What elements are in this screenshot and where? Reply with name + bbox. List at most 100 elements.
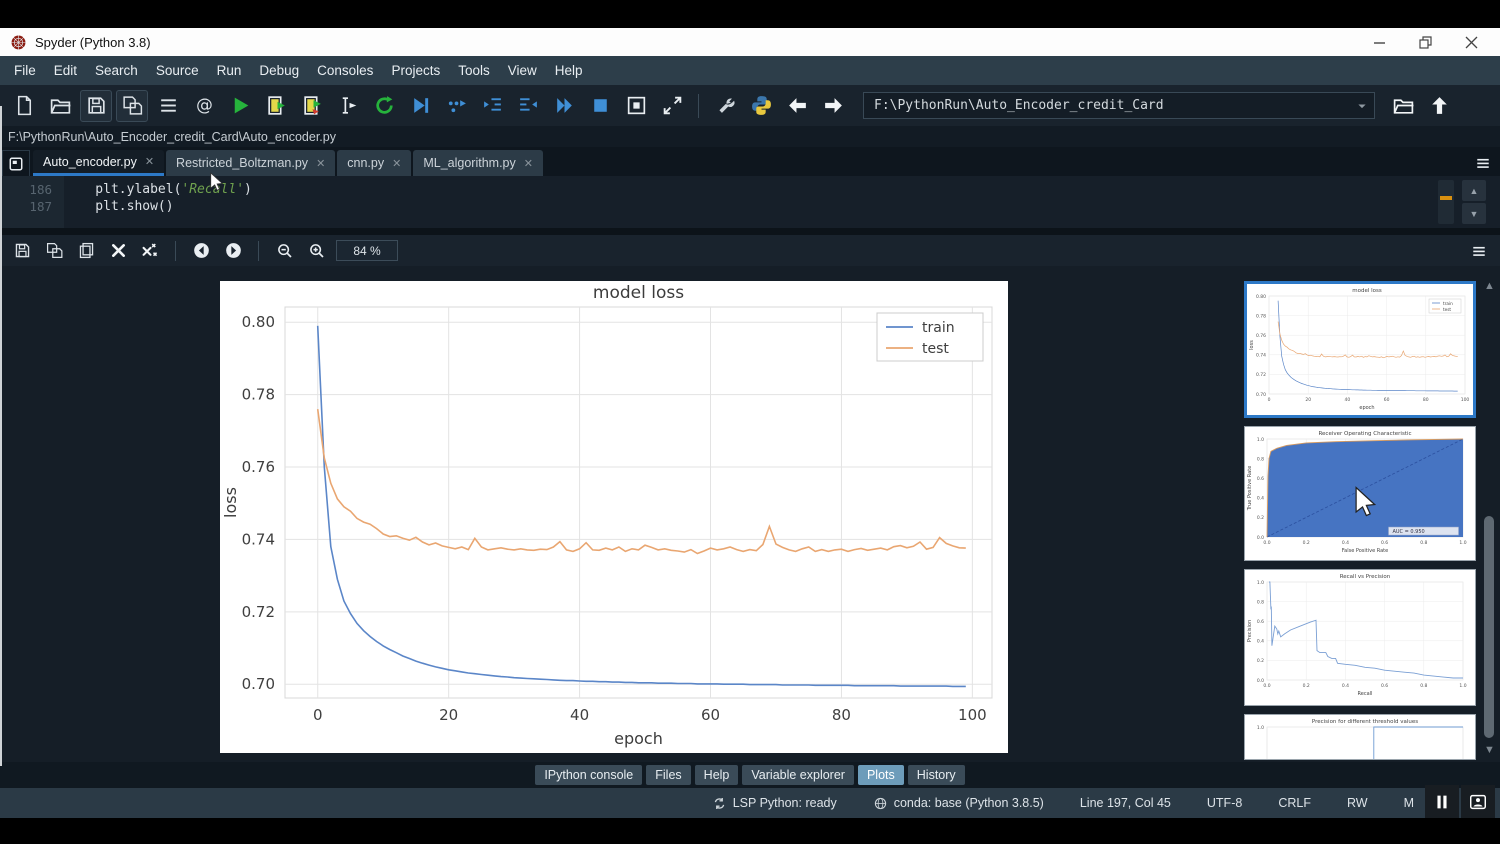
- menu-search[interactable]: Search: [87, 59, 146, 82]
- prev-plot-button[interactable]: [187, 238, 215, 264]
- step-into-button[interactable]: [476, 90, 508, 122]
- run-selection-button[interactable]: [332, 90, 364, 122]
- step-over-button[interactable]: [440, 90, 472, 122]
- tab-label: ML_algorithm.py: [423, 156, 515, 170]
- step-into-icon: [481, 94, 504, 117]
- scroll-down-button[interactable]: ▼: [1462, 203, 1486, 224]
- editor-tabbar: Auto_encoder.py✕Restricted_Boltzman.py✕c…: [0, 147, 1500, 176]
- menu-help[interactable]: Help: [547, 59, 591, 82]
- overlay-pause-button[interactable]: [1425, 785, 1459, 818]
- rerun-cell-button[interactable]: [368, 90, 400, 122]
- open-dir-button[interactable]: [1387, 90, 1419, 122]
- run-cell-button[interactable]: [260, 90, 292, 122]
- pane-tab-variable-explorer[interactable]: Variable explorer: [742, 765, 854, 785]
- plot-thumbnail-pr[interactable]: Recall vs Precision0.00.20.40.60.81.01.0…: [1244, 569, 1476, 706]
- editor-tab-ml-algorithm-py[interactable]: ML_algorithm.py ✕: [413, 150, 543, 176]
- minimize-button[interactable]: [1356, 29, 1402, 55]
- plots-options-button[interactable]: [1464, 242, 1494, 260]
- pause-icon: [1432, 792, 1452, 812]
- svg-text:Recall: Recall: [1358, 691, 1373, 697]
- menu-run[interactable]: Run: [209, 59, 250, 82]
- save-all-plots-button[interactable]: [40, 238, 68, 264]
- globe-icon: [873, 796, 888, 811]
- plot-thumbnail-loss[interactable]: model loss0204060801000.800.780.760.740.…: [1244, 281, 1476, 418]
- menu-source[interactable]: Source: [148, 59, 207, 82]
- scroll-up-button[interactable]: ▲: [1462, 180, 1486, 201]
- overlay-frame-button[interactable]: [1461, 785, 1495, 818]
- step-return-button[interactable]: [512, 90, 544, 122]
- svg-text:0.4: 0.4: [1257, 496, 1264, 502]
- menu-consoles[interactable]: Consoles: [309, 59, 381, 82]
- pythonpath-button[interactable]: [745, 90, 777, 122]
- restore-button[interactable]: [1402, 29, 1448, 55]
- svg-text:0.6: 0.6: [1381, 683, 1388, 689]
- continue-debug-button[interactable]: [548, 90, 580, 122]
- pane-tab-plots[interactable]: Plots: [858, 765, 904, 785]
- save-all-plots-icon: [45, 241, 64, 260]
- tab-close-icon[interactable]: ✕: [392, 157, 401, 170]
- close-all-plots-button[interactable]: [136, 238, 164, 264]
- new-file-icon: [13, 94, 36, 117]
- picture-icon: [1468, 792, 1488, 812]
- back-button[interactable]: [781, 90, 813, 122]
- zoom-in-button[interactable]: [302, 238, 330, 264]
- save-button[interactable]: [80, 90, 112, 122]
- pane-splitter[interactable]: [0, 228, 1500, 235]
- tab-close-icon[interactable]: ✕: [145, 155, 154, 168]
- outline-button[interactable]: [152, 90, 184, 122]
- close-plot-button[interactable]: [104, 238, 132, 264]
- menu-debug[interactable]: Debug: [251, 59, 307, 82]
- menu-tools[interactable]: Tools: [450, 59, 498, 82]
- run-cell-advance-button[interactable]: [296, 90, 328, 122]
- working-directory-field[interactable]: F:\PythonRun\Auto_Encoder_credit_Card: [863, 92, 1375, 119]
- next-plot-button[interactable]: [219, 238, 247, 264]
- open-file-button[interactable]: [44, 90, 76, 122]
- maximize-pane-button[interactable]: [620, 90, 652, 122]
- plot-thumbnail-threshold[interactable]: Precision for different threshold values…: [1244, 714, 1476, 760]
- rerun-cell-icon: [373, 94, 396, 117]
- editor-options-button[interactable]: [1468, 150, 1498, 176]
- stop-debug-button[interactable]: [584, 90, 616, 122]
- fullscreen-button[interactable]: [656, 90, 688, 122]
- run-button[interactable]: [224, 90, 256, 122]
- thumb-scroll-down-icon[interactable]: ▼: [1482, 744, 1497, 756]
- tab-close-icon[interactable]: ✕: [316, 157, 325, 170]
- pane-tab-files[interactable]: Files: [646, 765, 690, 785]
- thumbnails-scrollbar[interactable]: ▲ ▼: [1480, 266, 1500, 762]
- copy-plot-button[interactable]: [72, 238, 100, 264]
- tab-close-icon[interactable]: ✕: [524, 157, 533, 170]
- spyder-window: Spyder (Python 3.8) FileEditSearchSource…: [0, 0, 1500, 844]
- zoom-out-button[interactable]: [270, 238, 298, 264]
- editor-tab-cnn-py[interactable]: cnn.py✕: [337, 150, 411, 176]
- debug-file-button[interactable]: [404, 90, 436, 122]
- up-arrow-button[interactable]: [1423, 90, 1455, 122]
- scrollbar-warning-flag: [1440, 196, 1452, 200]
- save-plot-button[interactable]: [8, 238, 36, 264]
- svg-text:1.0: 1.0: [1257, 725, 1264, 731]
- thumb-scroll-up-icon[interactable]: ▲: [1482, 280, 1497, 292]
- lsp-status: LSP Python: ready: [712, 796, 837, 811]
- code-area[interactable]: plt.ylabel('Recall') plt.show(): [64, 176, 1500, 228]
- editor-tab-restricted-boltzman-py[interactable]: Restricted_Boltzman.py✕: [166, 150, 335, 176]
- menu-edit[interactable]: Edit: [46, 59, 85, 82]
- chevron-down-icon[interactable]: [1354, 98, 1370, 114]
- menu-file[interactable]: File: [6, 59, 44, 82]
- save-all-button[interactable]: [116, 90, 148, 122]
- svg-text:model loss: model loss: [1352, 288, 1382, 294]
- forward-button[interactable]: [817, 90, 849, 122]
- close-button[interactable]: [1448, 29, 1494, 55]
- thumb-scroll-handle[interactable]: [1484, 516, 1494, 738]
- pane-tab-help[interactable]: Help: [695, 765, 739, 785]
- new-file-button[interactable]: [8, 90, 40, 122]
- svg-text:True Positive Rate: True Positive Rate: [1247, 466, 1253, 512]
- browse-tabs-button[interactable]: [2, 150, 30, 176]
- code-editor[interactable]: 186187 plt.ylabel('Recall') plt.show() ▲…: [0, 176, 1500, 228]
- editor-tab-auto-encoder-py[interactable]: Auto_encoder.py✕: [33, 150, 164, 176]
- menu-view[interactable]: View: [500, 59, 545, 82]
- pane-tab-history[interactable]: History: [908, 765, 965, 785]
- pane-tab-ipython-console[interactable]: IPython console: [535, 765, 642, 785]
- preferences-button[interactable]: [709, 90, 741, 122]
- editor-scrollbar[interactable]: [1438, 180, 1454, 224]
- symbol-finder-button[interactable]: @: [188, 90, 220, 122]
- menu-projects[interactable]: Projects: [383, 59, 448, 82]
